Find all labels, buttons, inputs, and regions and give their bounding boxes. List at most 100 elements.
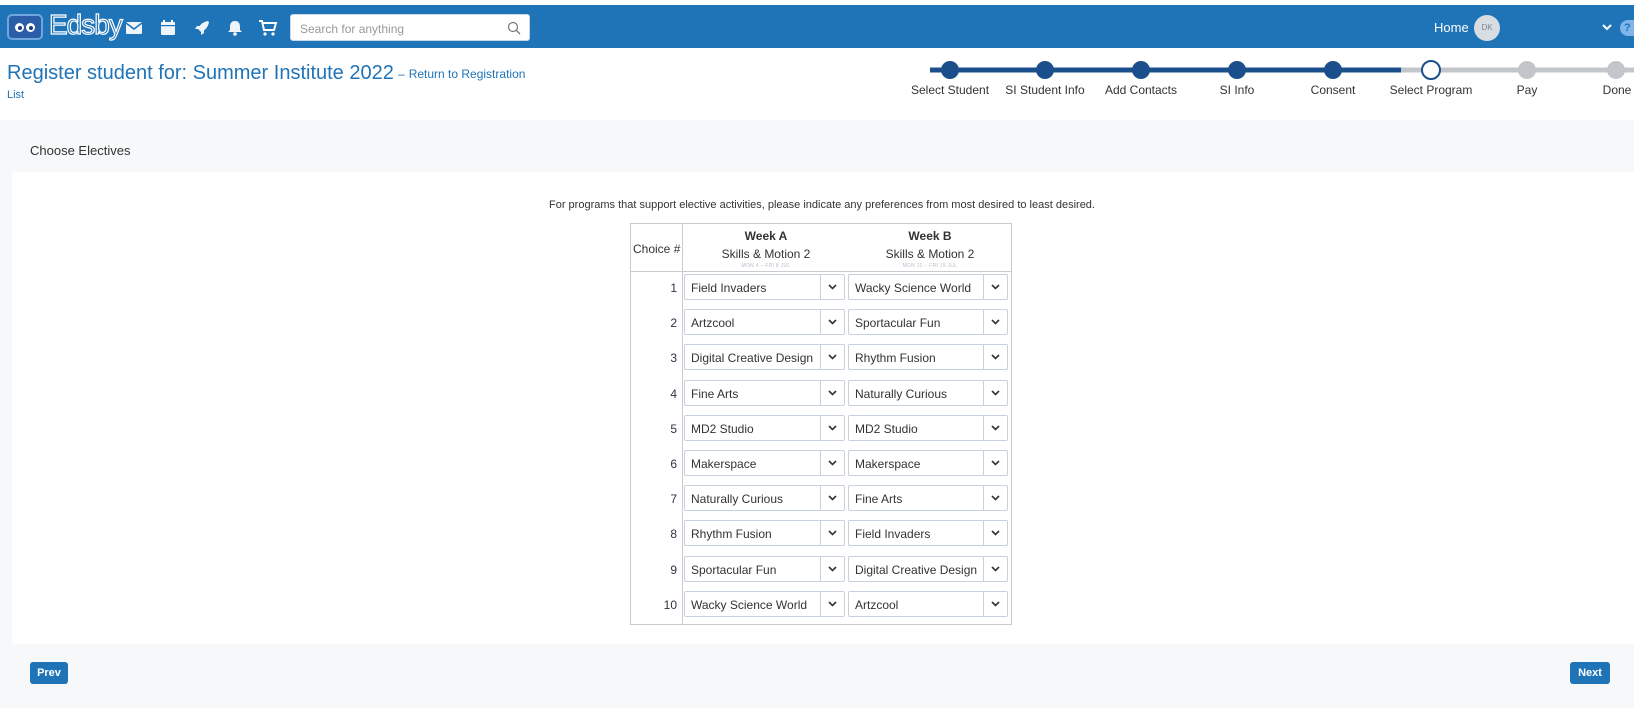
chevron-down-icon[interactable] bbox=[820, 345, 844, 370]
chevron-down-icon[interactable] bbox=[1600, 20, 1614, 34]
edsby-logo-text[interactable]: Edsby bbox=[48, 8, 123, 41]
chevron-down-icon[interactable] bbox=[983, 486, 1007, 511]
choice-number: 2 bbox=[670, 316, 677, 331]
week-a-header: Week A Skills & Motion 2 MON 4 – FRI 8 J… bbox=[686, 229, 846, 269]
week-b-elective-select[interactable]: Wacky Science World bbox=[848, 274, 1008, 300]
selected-elective: Sportacular Fun bbox=[691, 562, 777, 577]
chevron-down-icon[interactable] bbox=[820, 415, 844, 440]
week-a-program: Skills & Motion 2 bbox=[721, 247, 811, 261]
chevron-down-icon[interactable] bbox=[820, 486, 844, 511]
chevron-down-icon[interactable] bbox=[983, 345, 1007, 370]
chevron-down-icon[interactable] bbox=[983, 275, 1007, 299]
week-b-label: Week B bbox=[908, 229, 952, 243]
week-a-dates: MON 4 – FRI 8 JUL bbox=[741, 263, 791, 269]
rocket-icon[interactable] bbox=[192, 19, 214, 37]
cart-icon[interactable] bbox=[258, 19, 280, 37]
help-icon[interactable]: ? bbox=[1620, 20, 1634, 36]
chevron-down-icon[interactable] bbox=[820, 451, 844, 475]
week-a-elective-select[interactable]: Rhythm Fusion bbox=[684, 520, 845, 547]
chevron-down-icon[interactable] bbox=[820, 556, 844, 581]
choice-number: 4 bbox=[670, 386, 677, 401]
week-b-elective-select[interactable]: Fine Arts bbox=[848, 485, 1008, 512]
step-label: Done bbox=[1602, 83, 1632, 97]
calendar-icon[interactable] bbox=[158, 19, 180, 37]
week-a-elective-select[interactable]: Wacky Science World bbox=[684, 590, 845, 617]
week-b-header: Week B Skills & Motion 2 MON 11 – FRI 15… bbox=[850, 229, 1010, 269]
step-dot-0 bbox=[941, 61, 959, 79]
choice-number: 1 bbox=[670, 281, 677, 295]
step-dot-5 bbox=[1421, 60, 1441, 80]
choice-number: 5 bbox=[670, 421, 677, 436]
week-b-elective-select[interactable]: Naturally Curious bbox=[848, 379, 1008, 406]
prev-button[interactable]: Prev bbox=[30, 662, 68, 684]
chevron-down-icon[interactable] bbox=[820, 521, 844, 546]
table-header-divider bbox=[631, 271, 1011, 272]
selected-elective: Digital Creative Design bbox=[691, 351, 814, 366]
step-label: Select Student bbox=[910, 83, 990, 97]
week-a-elective-select[interactable]: Field Invaders bbox=[684, 274, 845, 300]
search-icon[interactable] bbox=[506, 20, 522, 36]
next-button[interactable]: Next bbox=[1570, 662, 1610, 684]
selected-elective: Rhythm Fusion bbox=[691, 527, 772, 542]
step-dot-3 bbox=[1228, 61, 1246, 79]
page-title: Register student for: Summer Institute 2… bbox=[7, 62, 394, 84]
selected-elective: Naturally Curious bbox=[855, 386, 948, 401]
choice-number: 8 bbox=[670, 527, 677, 542]
selected-elective: Field Invaders bbox=[691, 281, 767, 295]
electives-table: Choice # Week A Skills & Motion 2 MON 4 … bbox=[630, 223, 1012, 625]
chevron-down-icon[interactable] bbox=[983, 415, 1007, 440]
week-a-elective-select[interactable]: Artzcool bbox=[684, 309, 845, 336]
search-box[interactable] bbox=[290, 14, 530, 41]
section-title: Choose Electives bbox=[30, 143, 131, 158]
selected-elective: MD2 Studio bbox=[855, 421, 918, 436]
week-a-elective-select[interactable]: Makerspace bbox=[684, 450, 845, 476]
return-link-text[interactable]: Return to Registration bbox=[409, 67, 526, 81]
chevron-down-icon[interactable] bbox=[820, 591, 844, 616]
step-dot-7 bbox=[1607, 61, 1625, 79]
edsby-logo-icon[interactable] bbox=[7, 14, 43, 40]
table-column-divider bbox=[682, 224, 683, 624]
week-a-elective-select[interactable]: Sportacular Fun bbox=[684, 555, 845, 582]
chevron-down-icon[interactable] bbox=[983, 310, 1007, 335]
step-dot-4 bbox=[1324, 61, 1342, 79]
week-a-elective-select[interactable]: Naturally Curious bbox=[684, 485, 845, 512]
return-link-text-continued[interactable]: List bbox=[7, 89, 24, 101]
bell-icon[interactable] bbox=[225, 19, 247, 37]
selected-elective: Makerspace bbox=[855, 457, 921, 471]
chevron-down-icon[interactable] bbox=[983, 591, 1007, 616]
search-input[interactable] bbox=[298, 19, 507, 39]
week-b-dates: MON 11 – FRI 15 JUL bbox=[902, 263, 958, 269]
step-label: Add Contacts bbox=[1104, 83, 1178, 97]
step-label: SI Info bbox=[1219, 83, 1255, 97]
week-b-elective-select[interactable]: Makerspace bbox=[848, 450, 1008, 476]
return-to-registration-link[interactable]: – Return to Registration bbox=[398, 67, 525, 81]
selected-elective: Artzcool bbox=[691, 316, 735, 331]
selected-elective: Fine Arts bbox=[691, 386, 739, 401]
week-b-elective-select[interactable]: Digital Creative Design bbox=[848, 555, 1008, 582]
week-a-elective-select[interactable]: Digital Creative Design bbox=[684, 344, 845, 371]
chevron-down-icon[interactable] bbox=[983, 380, 1007, 405]
chevron-down-icon[interactable] bbox=[820, 380, 844, 405]
week-b-elective-select[interactable]: MD2 Studio bbox=[848, 414, 1008, 441]
choice-number: 7 bbox=[670, 492, 677, 507]
week-b-elective-select[interactable]: Sportacular Fun bbox=[848, 309, 1008, 336]
week-b-elective-select[interactable]: Artzcool bbox=[848, 590, 1008, 617]
selected-elective: Makerspace bbox=[691, 457, 757, 471]
week-b-elective-select[interactable]: Field Invaders bbox=[848, 520, 1008, 547]
avatar[interactable]: DK bbox=[1474, 15, 1500, 41]
step-label: Pay bbox=[1516, 83, 1538, 97]
selected-elective: Artzcool bbox=[855, 597, 899, 612]
chevron-down-icon[interactable] bbox=[983, 556, 1007, 581]
chevron-down-icon[interactable] bbox=[820, 310, 844, 335]
week-b-program: Skills & Motion 2 bbox=[885, 247, 975, 261]
chevron-down-icon[interactable] bbox=[983, 521, 1007, 546]
home-link[interactable]: Home bbox=[1434, 20, 1469, 35]
mail-icon[interactable] bbox=[124, 19, 146, 37]
chevron-down-icon[interactable] bbox=[820, 275, 844, 299]
week-a-elective-select[interactable]: Fine Arts bbox=[684, 379, 845, 406]
choice-number: 6 bbox=[670, 457, 677, 471]
week-b-elective-select[interactable]: Rhythm Fusion bbox=[848, 344, 1008, 371]
week-a-elective-select[interactable]: MD2 Studio bbox=[684, 414, 845, 441]
choice-number: 10 bbox=[663, 597, 677, 612]
chevron-down-icon[interactable] bbox=[983, 451, 1007, 475]
